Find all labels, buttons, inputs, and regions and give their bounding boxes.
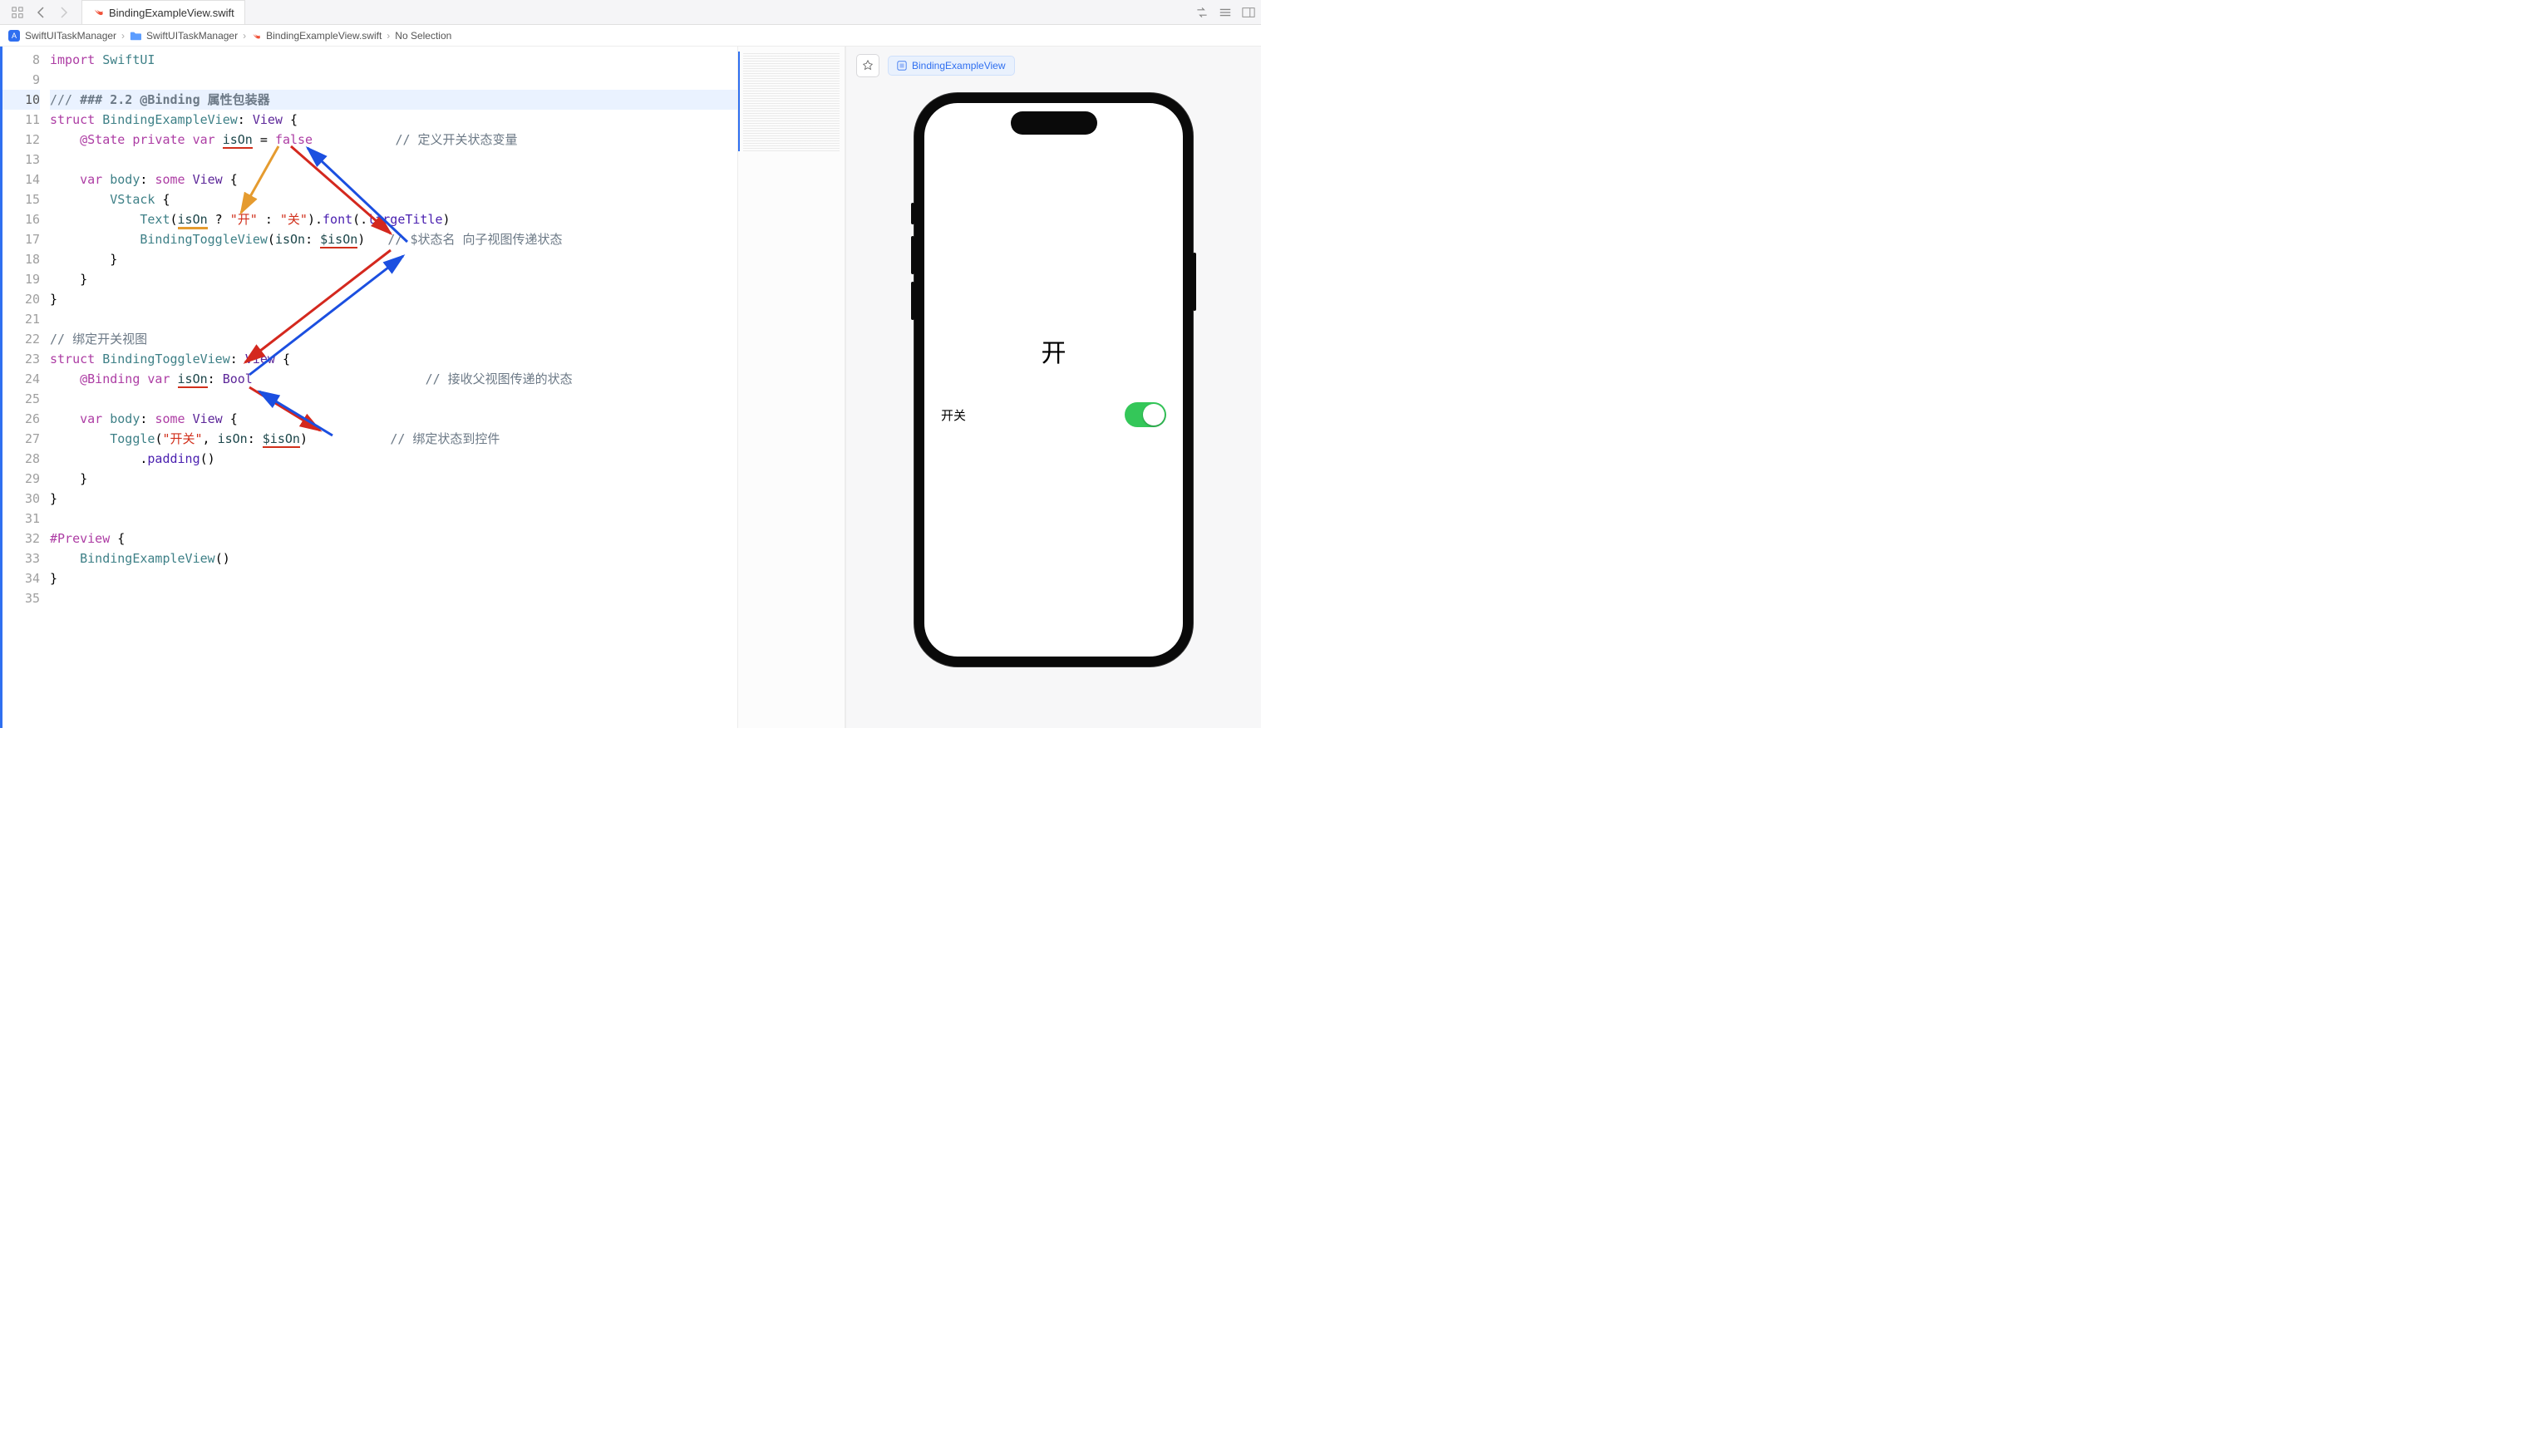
- code-area[interactable]: import SwiftUI/// ### 2.2 @Binding 属性包装器…: [50, 47, 737, 728]
- chevron-right-icon: ›: [121, 30, 125, 42]
- project-icon: A: [8, 30, 20, 42]
- preview-content[interactable]: 开 开关: [924, 103, 1183, 657]
- minimap[interactable]: [737, 47, 845, 728]
- editor-tab[interactable]: BindingExampleView.swift: [81, 0, 245, 24]
- phone-side-button: [1193, 253, 1196, 311]
- crumb-folder[interactable]: SwiftUITaskManager: [146, 30, 238, 42]
- changes-toggle-icon[interactable]: [1195, 5, 1209, 20]
- code-editor[interactable]: 8910111213141516171819202122232425262728…: [0, 47, 737, 728]
- editor-options-icon[interactable]: [1218, 5, 1233, 20]
- nav-forward-button[interactable]: [57, 5, 71, 20]
- crumb-project[interactable]: SwiftUITaskManager: [25, 30, 116, 42]
- folder-icon: [130, 31, 141, 41]
- iphone-simulator-frame: 开 开关: [914, 93, 1193, 667]
- tab-bar: BindingExampleView.swift: [0, 0, 1261, 25]
- toggle-label: 开关: [941, 406, 966, 424]
- breadcrumb: A SwiftUITaskManager › SwiftUITaskManage…: [0, 25, 1261, 47]
- related-items-icon[interactable]: [10, 5, 25, 20]
- crumb-selection[interactable]: No Selection: [395, 30, 451, 42]
- line-number-gutter: 8910111213141516171819202122232425262728…: [0, 47, 50, 728]
- phone-side-button: [911, 236, 914, 274]
- swift-file-icon: [92, 6, 104, 20]
- chevron-right-icon: ›: [387, 30, 390, 42]
- tab-filename: BindingExampleView.swift: [109, 7, 234, 19]
- ios-toggle[interactable]: [1125, 402, 1166, 427]
- phone-side-button: [911, 282, 914, 320]
- pin-preview-button[interactable]: [856, 54, 879, 77]
- split-editor-icon[interactable]: [1241, 5, 1256, 20]
- status-text: 开: [1042, 332, 1066, 369]
- crumb-file[interactable]: BindingExampleView.swift: [266, 30, 382, 42]
- chevron-right-icon: ›: [243, 30, 246, 42]
- nav-back-button[interactable]: [33, 5, 48, 20]
- preview-badge-label: BindingExampleView: [912, 60, 1006, 71]
- phone-side-button: [911, 203, 914, 224]
- preview-canvas: BindingExampleView 开 开关: [845, 47, 1261, 728]
- swift-file-icon: [251, 31, 261, 41]
- preview-view-badge[interactable]: BindingExampleView: [888, 56, 1015, 76]
- toggle-row: 开关: [924, 402, 1183, 427]
